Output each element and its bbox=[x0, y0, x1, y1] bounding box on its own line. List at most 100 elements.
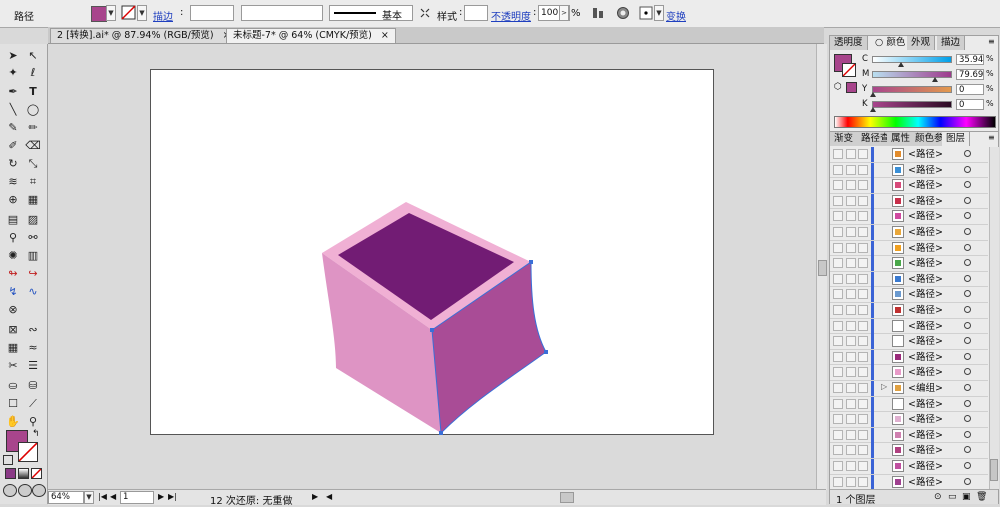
channel-slider-c[interactable] bbox=[872, 56, 952, 63]
template-toggle[interactable] bbox=[858, 429, 868, 440]
layer-row[interactable]: <路径> bbox=[830, 443, 988, 459]
visibility-toggle[interactable] bbox=[833, 414, 843, 425]
template-toggle[interactable] bbox=[858, 320, 868, 331]
visibility-toggle[interactable] bbox=[833, 351, 843, 362]
visibility-toggle[interactable] bbox=[833, 149, 843, 159]
visibility-toggle[interactable] bbox=[833, 305, 843, 315]
target-circle-icon[interactable] bbox=[964, 306, 971, 313]
template-toggle[interactable] bbox=[858, 149, 868, 159]
target-circle-icon[interactable] bbox=[964, 415, 971, 423]
target-circle-icon[interactable] bbox=[964, 384, 971, 391]
target-circle-icon[interactable] bbox=[964, 196, 971, 204]
template-toggle[interactable] bbox=[858, 258, 868, 269]
template-toggle[interactable] bbox=[858, 461, 868, 471]
layer-row[interactable]: <路径> bbox=[830, 412, 988, 428]
hscroll-thumb[interactable] bbox=[560, 492, 574, 503]
visibility-toggle[interactable] bbox=[833, 242, 843, 253]
target-circle-icon[interactable] bbox=[964, 399, 971, 407]
layer-row[interactable]: <路径> bbox=[830, 334, 988, 350]
lock-toggle[interactable] bbox=[846, 398, 856, 409]
layer-row[interactable]: <路径> bbox=[830, 162, 988, 179]
template-toggle[interactable] bbox=[858, 305, 868, 315]
anchor-point[interactable] bbox=[430, 328, 434, 332]
lock-toggle[interactable] bbox=[846, 445, 856, 456]
channel-slider-handle[interactable] bbox=[870, 107, 876, 112]
layers-scroll-thumb[interactable] bbox=[990, 459, 998, 481]
channel-value-y[interactable]: 0 bbox=[956, 84, 984, 95]
target-circle-icon[interactable] bbox=[964, 243, 971, 251]
layer-row[interactable]: <路径> bbox=[830, 318, 988, 335]
tab-color[interactable]: ○ 颜色 bbox=[871, 36, 911, 50]
template-toggle[interactable] bbox=[858, 476, 868, 487]
tab-layers[interactable]: 图层 bbox=[942, 132, 971, 146]
layer-row[interactable]: <路径> bbox=[830, 256, 988, 272]
channel-value-m[interactable]: 79.69 bbox=[956, 69, 984, 80]
layer-row[interactable]: ▷ <编组> bbox=[830, 381, 988, 397]
visibility-toggle[interactable] bbox=[833, 273, 843, 284]
anchor-point[interactable] bbox=[544, 350, 548, 354]
scroll-left-icon[interactable]: ◀ bbox=[326, 492, 332, 501]
status-menu-icon[interactable]: ▶ bbox=[312, 492, 318, 501]
anchor-point[interactable] bbox=[439, 431, 443, 435]
layer-row[interactable]: <路径> bbox=[830, 147, 988, 163]
lock-toggle[interactable] bbox=[846, 305, 856, 315]
visibility-toggle[interactable] bbox=[833, 429, 843, 440]
layers-scrollbar[interactable] bbox=[989, 147, 999, 489]
target-circle-icon[interactable] bbox=[964, 462, 971, 469]
panel-stroke-swatch[interactable] bbox=[842, 63, 856, 77]
locate-object-icon[interactable]: ⊙ bbox=[934, 492, 942, 502]
template-toggle[interactable] bbox=[858, 336, 868, 347]
channel-value-k[interactable]: 0 bbox=[956, 99, 984, 110]
target-circle-icon[interactable] bbox=[964, 181, 971, 189]
target-circle-icon[interactable] bbox=[964, 165, 971, 173]
channel-value-c[interactable]: 35.94 bbox=[956, 54, 984, 65]
tab-stroke[interactable]: 描边 bbox=[937, 36, 966, 50]
web-safe-swatch[interactable] bbox=[846, 82, 857, 93]
visibility-toggle[interactable] bbox=[833, 461, 843, 471]
layer-row[interactable]: <路径> bbox=[830, 209, 988, 225]
lock-toggle[interactable] bbox=[846, 149, 856, 159]
panel-menu-icon[interactable]: ≡ bbox=[988, 37, 995, 46]
channel-slider-k[interactable] bbox=[872, 101, 952, 108]
template-toggle[interactable] bbox=[858, 195, 868, 206]
template-toggle[interactable] bbox=[858, 180, 868, 191]
anchor-point[interactable] bbox=[529, 260, 533, 264]
tab-transparency[interactable]: 透明度 bbox=[830, 36, 868, 50]
layer-row[interactable]: <路径> bbox=[830, 365, 988, 381]
template-toggle[interactable] bbox=[858, 445, 868, 456]
visibility-toggle[interactable] bbox=[833, 383, 843, 393]
lock-toggle[interactable] bbox=[846, 320, 856, 331]
zoom-input[interactable]: 64% bbox=[48, 491, 84, 504]
layer-row[interactable]: <路径> bbox=[830, 396, 988, 413]
channel-slider-handle[interactable] bbox=[898, 62, 905, 67]
layer-row[interactable]: <路径> bbox=[830, 178, 988, 194]
channel-slider-y[interactable] bbox=[872, 86, 952, 93]
visibility-toggle[interactable] bbox=[833, 320, 843, 331]
visibility-toggle[interactable] bbox=[833, 164, 843, 175]
layer-row[interactable]: <路径> bbox=[830, 427, 988, 444]
lock-toggle[interactable] bbox=[846, 164, 856, 175]
lock-toggle[interactable] bbox=[846, 289, 856, 300]
target-circle-icon[interactable] bbox=[964, 150, 971, 157]
scroll-thumb[interactable] bbox=[818, 260, 827, 276]
layer-row[interactable]: <路径> bbox=[830, 240, 988, 257]
template-toggle[interactable] bbox=[858, 289, 868, 300]
target-circle-icon[interactable] bbox=[964, 446, 971, 454]
layer-row[interactable]: <路径> bbox=[830, 303, 988, 319]
lock-toggle[interactable] bbox=[846, 367, 856, 378]
lock-toggle[interactable] bbox=[846, 461, 856, 471]
layer-row[interactable]: <路径> bbox=[830, 193, 988, 210]
expand-arrow-icon[interactable]: ▷ bbox=[881, 382, 887, 391]
color-spectrum-bar[interactable] bbox=[834, 116, 996, 128]
lock-toggle[interactable] bbox=[846, 227, 856, 237]
lock-toggle[interactable] bbox=[846, 195, 856, 206]
make-clipping-mask-icon[interactable]: ▭ bbox=[948, 492, 957, 502]
visibility-toggle[interactable] bbox=[833, 476, 843, 487]
target-circle-icon[interactable] bbox=[964, 290, 971, 298]
visibility-toggle[interactable] bbox=[833, 227, 843, 237]
prev-page-icon[interactable]: ◀ bbox=[110, 492, 116, 501]
template-toggle[interactable] bbox=[858, 273, 868, 284]
lock-toggle[interactable] bbox=[846, 273, 856, 284]
target-circle-icon[interactable] bbox=[964, 228, 971, 235]
visibility-toggle[interactable] bbox=[833, 180, 843, 191]
